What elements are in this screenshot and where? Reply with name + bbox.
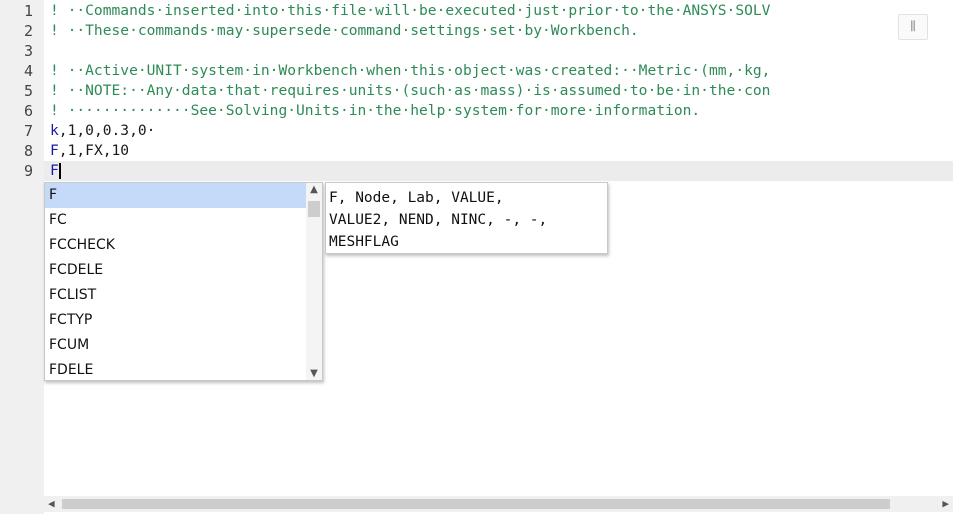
code-line[interactable]: F,1,FX,10 — [50, 141, 129, 161]
autocomplete-item[interactable]: FCUM — [45, 333, 306, 358]
code-token: k — [50, 122, 59, 139]
horizontal-scroll-thumb[interactable] — [62, 499, 890, 509]
code-token: ,1,FX,10 — [58, 142, 130, 159]
code-comment: ! ··Active·UNIT·system·in·Workbench·when… — [50, 62, 771, 79]
code-line[interactable]: k,1,0,0.3,0· — [50, 121, 155, 141]
autocomplete-item[interactable]: FDELE — [45, 358, 306, 383]
line-number: 9 — [23, 162, 33, 180]
autocomplete-item[interactable]: FC — [45, 208, 306, 233]
autocomplete-scroll-thumb[interactable] — [308, 201, 320, 217]
code-line[interactable]: F — [50, 161, 61, 181]
autocomplete-popup[interactable]: F FC FCCHECK FCDELE FCLIST FCTYP FCUM FDELE ▲ ▼ — [44, 182, 323, 381]
scroll-down-arrow-icon[interactable]: ▼ — [306, 368, 322, 379]
code-token: ,1,0,0.3,0· — [58, 122, 156, 139]
code-token: F — [50, 162, 59, 179]
code-line[interactable]: ! ··Active·UNIT·system·in·Workbench·when… — [50, 61, 770, 81]
line-number: 7 — [23, 122, 33, 140]
line-number: 1 — [23, 2, 33, 20]
autocomplete-item[interactable]: F — [45, 183, 306, 208]
code-editor[interactable]: 1 2 3 4 5 6 7 8 9 ! ··Commands·inserted·into·thi… — [0, 0, 953, 514]
line-number: 4 — [23, 62, 33, 80]
line-number: 5 — [23, 82, 33, 100]
code-comment: ! ··············See·Solving·Units·in·the… — [50, 102, 701, 119]
current-line-highlight — [44, 161, 953, 181]
autocomplete-item[interactable]: FCDELE — [45, 258, 306, 283]
autocomplete-item[interactable]: FCCHECK — [45, 233, 306, 258]
line-number: 8 — [23, 142, 33, 160]
autocomplete-item[interactable]: FCTYP — [45, 308, 306, 333]
code-comment: ! ··Commands·inserted·into·this·file·wil… — [50, 2, 771, 19]
code-line[interactable]: ! ··Commands·inserted·into·this·file·wil… — [50, 1, 770, 21]
scroll-left-arrow-icon[interactable]: ◀ — [48, 496, 55, 512]
scroll-up-arrow-icon[interactable]: ▲ — [306, 184, 322, 195]
line-number-gutter: 1 2 3 4 5 6 7 8 9 — [0, 0, 44, 514]
autocomplete-list[interactable]: F FC FCCHECK FCDELE FCLIST FCTYP FCUM FDELE — [45, 183, 306, 383]
code-token: F — [50, 142, 59, 159]
text-cursor — [58, 163, 61, 179]
line-number: 6 — [23, 102, 33, 120]
line-number: 2 — [23, 22, 33, 40]
signature-hint-tooltip: F, Node, Lab, VALUE, VALUE2, NEND, NINC,… — [325, 182, 608, 254]
minimap-toggle-icon[interactable]: ⫼ — [898, 14, 928, 40]
code-line[interactable]: ! ··These·commands·may·supersede·command… — [50, 21, 639, 41]
code-comment: ! ··NOTE:··Any·data·that·requires·units·… — [50, 82, 771, 99]
line-number: 3 — [23, 42, 33, 60]
autocomplete-scrollbar[interactable]: ▲ ▼ — [306, 183, 322, 380]
autocomplete-item[interactable]: FCLIST — [45, 283, 306, 308]
scroll-right-arrow-icon[interactable]: ▶ — [942, 496, 949, 512]
horizontal-scrollbar[interactable]: ◀ ▶ — [44, 496, 953, 512]
code-comment: ! ··These·commands·may·supersede·command… — [50, 22, 639, 39]
code-line[interactable]: ! ··NOTE:··Any·data·that·requires·units·… — [50, 81, 770, 101]
code-line[interactable]: ! ··············See·Solving·Units·in·the… — [50, 101, 700, 121]
